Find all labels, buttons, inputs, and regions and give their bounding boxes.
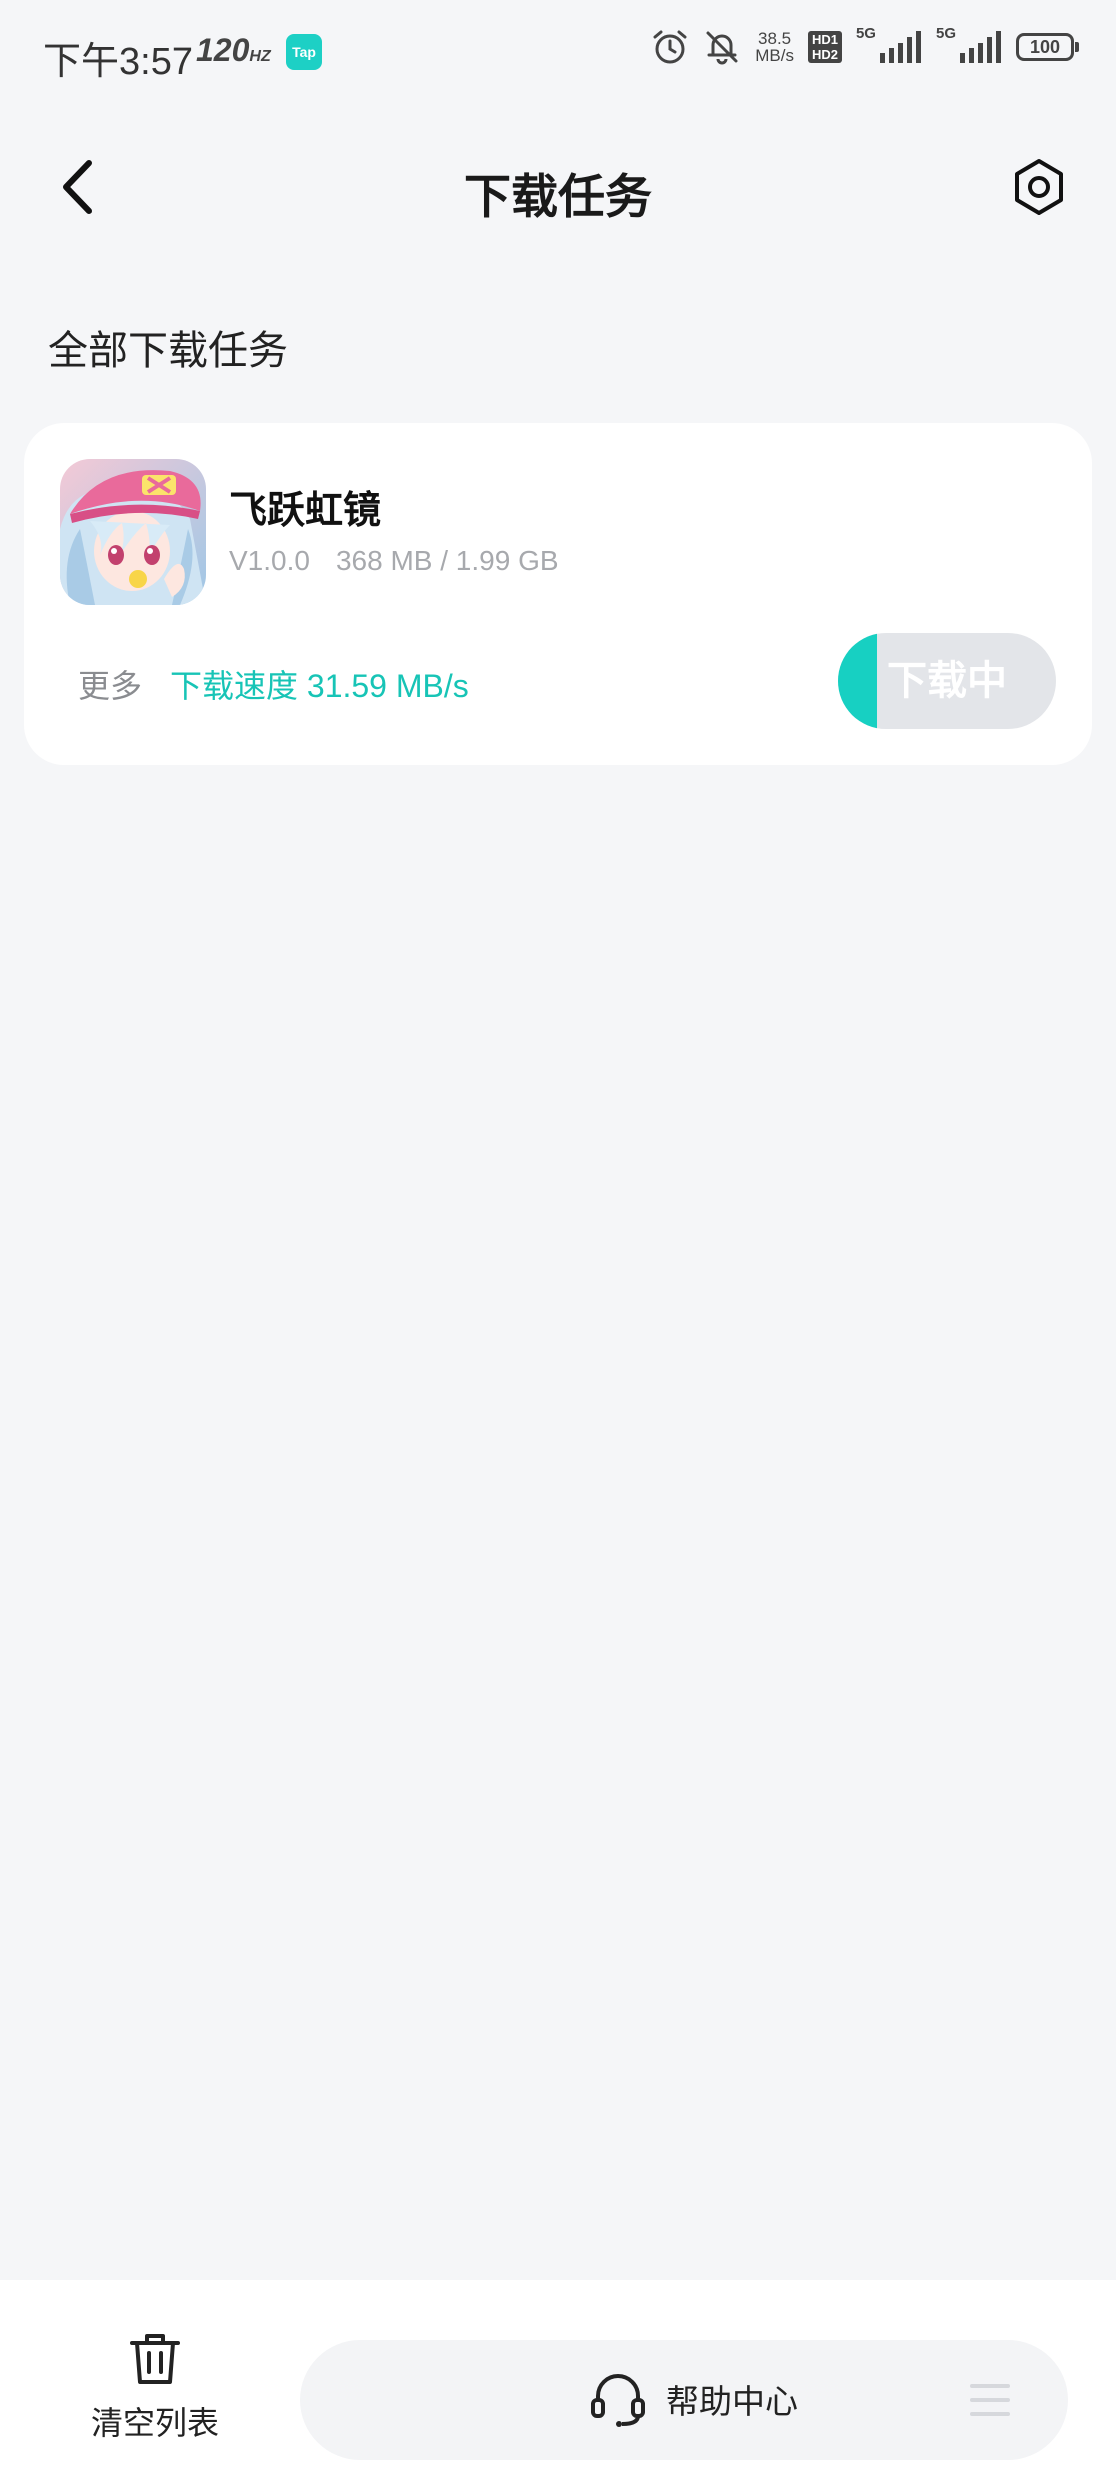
status-icons: 38.5 MB/s HD1 HD2 5G 5G 100	[651, 24, 1079, 66]
tap-app-badge: Tap	[286, 34, 322, 70]
hd-badge: HD1 HD2	[807, 31, 842, 63]
signal-5g-label-2: 5G	[935, 24, 956, 42]
download-task-card[interactable]: 飞跃虹镜 V1.0.0 368 MB / 1.99 GB 更多 下载速度 31.…	[24, 423, 1092, 765]
download-speed: 下载速度 31.59 MB/s	[170, 668, 469, 704]
game-avatar-icon	[60, 459, 206, 605]
settings-hexagon-icon	[1015, 159, 1063, 215]
help-center-button[interactable]: 帮助中心	[300, 2340, 1068, 2460]
network-speed-unit: MB/s	[755, 46, 794, 65]
bottom-bar: 清空列表 帮助中心	[0, 2280, 1116, 2480]
signal-5g-label-1: 5G	[855, 24, 876, 42]
refresh-rate-value: 120	[196, 32, 250, 68]
network-speed-value: 38.5	[758, 29, 792, 48]
refresh-rate-indicator: 120HZ	[196, 32, 271, 69]
trash-icon	[130, 2334, 180, 2384]
alarm-icon	[653, 30, 687, 64]
downloading-button[interactable]: 下载中	[838, 633, 1056, 729]
headset-icon	[591, 2374, 645, 2427]
app-name: 飞跃虹镜	[229, 490, 382, 532]
mute-bell-icon	[706, 31, 738, 65]
download-size-progress: 368 MB / 1.99 GB	[335, 545, 559, 576]
battery-icon: 100	[1016, 33, 1079, 61]
app-icon[interactable]	[60, 459, 206, 605]
section-title: 全部下载任务	[48, 329, 288, 373]
signal-bars-icon	[879, 31, 921, 63]
page-header: 下载任务	[0, 130, 1116, 240]
menu-lines-icon[interactable]	[970, 2382, 1010, 2418]
app-meta: V1.0.0 368 MB / 1.99 GB	[229, 545, 559, 577]
downloading-button-label: 下载中	[887, 659, 1007, 703]
clear-list-button[interactable]: 清空列表	[70, 2330, 240, 2444]
settings-button[interactable]	[1002, 150, 1076, 224]
help-center-content: 帮助中心	[590, 2370, 798, 2428]
page-title: 下载任务	[464, 170, 652, 223]
signal-bars-icon-2	[960, 31, 1001, 63]
app-version: V1.0.0	[229, 545, 310, 576]
network-speed: 38.5 MB/s	[755, 30, 794, 64]
hd2-label: HD2	[811, 47, 838, 62]
clear-list-label: 清空列表	[90, 2405, 219, 2441]
status-bar: 下午3:57 120HZ Tap 38.5 MB/s HD1 HD2 5G 5G…	[0, 0, 1116, 100]
refresh-rate-unit: HZ	[249, 48, 271, 65]
more-button[interactable]: 更多	[78, 661, 142, 707]
help-center-label: 帮助中心	[666, 2383, 798, 2420]
hd1-label: HD1	[811, 32, 838, 47]
status-time: 下午3:57	[43, 41, 193, 83]
